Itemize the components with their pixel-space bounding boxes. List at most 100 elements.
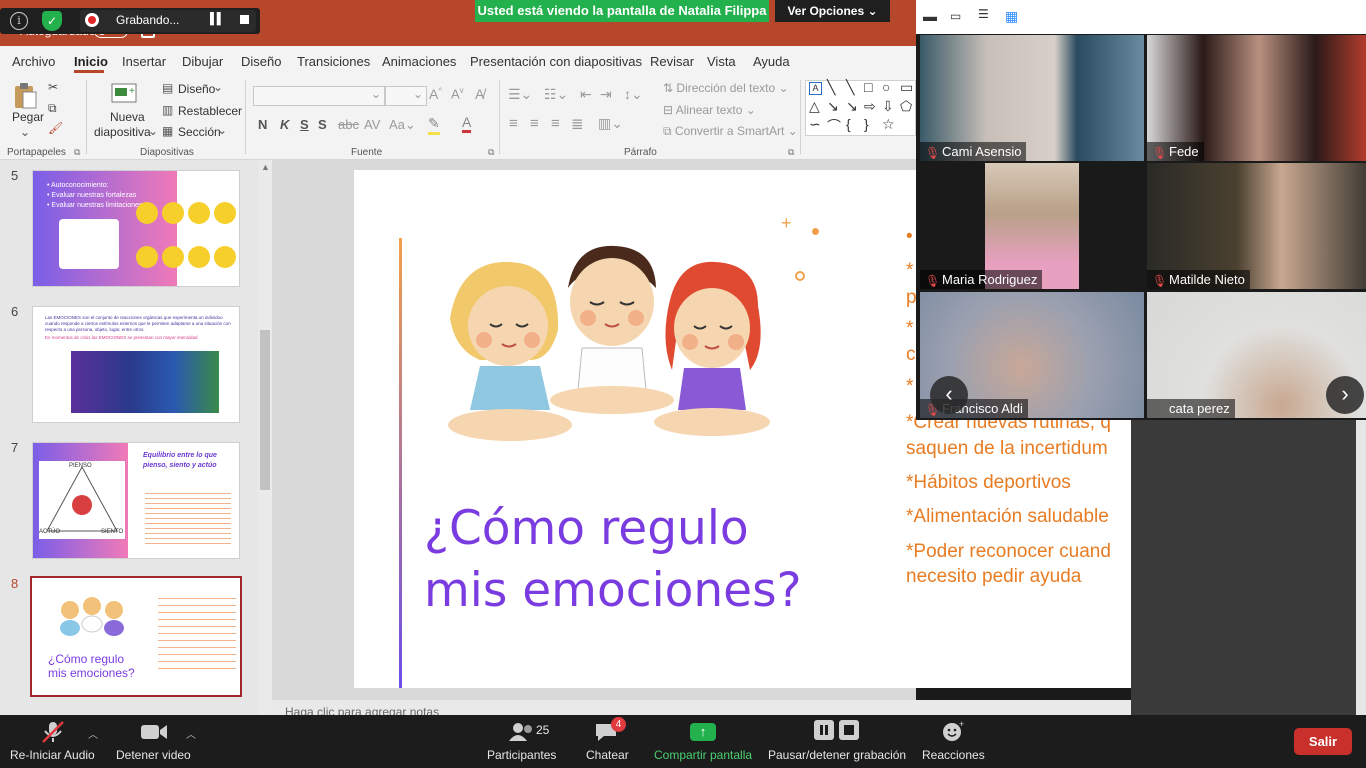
increase-indent-icon[interactable]: ⇥ [600,86,612,103]
slide-thumbnail-5[interactable]: • Autoconocimiento: • Evaluar nuestras f… [32,170,240,287]
tab-ayuda[interactable]: Ayuda [753,54,790,69]
italic-button[interactable]: K [280,117,289,132]
tab-revisar[interactable]: Revisar [650,54,694,69]
share-screen-button-label[interactable]: Compartir pantalla [654,748,752,762]
align-left-icon[interactable]: ≡ [509,115,518,132]
rectangle-shape-icon[interactable]: □ [864,79,872,95]
oval-shape-icon[interactable]: ○ [882,79,890,95]
tab-archivo[interactable]: Archivo [12,54,55,69]
tab-presentacion[interactable]: Presentación con diapositivas [470,54,642,69]
columns-icon[interactable]: ▥⌄ [598,115,623,132]
mic-off-icon[interactable] [40,719,66,745]
tab-dibujar[interactable]: Dibujar [182,54,223,69]
new-slide-icon[interactable]: + [111,82,139,106]
vertical-scrollbar[interactable] [1356,420,1366,715]
shapes-gallery[interactable]: A ╲ ╲ □ ○ ▭ △ ↘ ↘ ⇨ ⇩ ⬠ ∽ ⌒ { } ☆ [805,79,916,136]
underline-button[interactable]: S [300,117,309,132]
participant-tile[interactable]: 🎙 Fede [1147,35,1366,161]
clear-formatting-icon[interactable]: A̸ [475,86,484,102]
line-spacing-icon[interactable]: ↕⌄ [624,86,643,103]
triangle-shape-icon[interactable]: △ [809,98,820,115]
participants-button-label[interactable]: Participantes [487,748,556,762]
cut-icon[interactable]: ✂ [48,80,58,94]
callout-shape-icon[interactable]: ⬠ [900,98,912,115]
brace-shape-icon[interactable]: { [846,116,851,132]
textbox-shape-icon[interactable]: A [809,82,822,95]
increase-font-icon[interactable]: A^ [429,86,442,102]
tab-inicio[interactable]: Inicio [74,54,108,69]
chevron-down-icon[interactable]: ⌄ [213,80,223,94]
brace-shape-icon[interactable]: } [864,116,869,132]
line-shape-icon[interactable]: ╲ [827,79,835,96]
chevron-down-icon[interactable]: ⌄ [217,123,227,137]
connector-shape-icon[interactable]: ↘ [846,98,858,115]
decrease-indent-icon[interactable]: ⇤ [580,86,592,103]
shadow-button[interactable]: S [318,117,327,132]
dialog-launcher-icon[interactable]: ⧉ [488,147,494,158]
stop-recording-icon[interactable] [839,720,859,740]
section-icon[interactable]: ▦ [162,124,173,138]
numbering-icon[interactable]: ☷⌄ [544,86,568,103]
slide-thumbnail-7[interactable]: PIENSO ACTÚO SIENTO Equilibrio entre lo … [32,442,240,559]
chevron-down-icon[interactable]: ⌄ [148,124,158,138]
align-center-icon[interactable]: ≡ [530,115,539,132]
chevron-up-icon[interactable]: ︿ [186,726,196,741]
change-case-icon[interactable]: Aa⌄ [389,117,416,133]
layout-icon[interactable]: ▤ [162,81,173,95]
star-shape-icon[interactable]: ☆ [882,116,895,133]
bullets-icon[interactable]: ☰⌄ [508,86,532,103]
video-button-label[interactable]: Detener video [116,748,191,762]
align-right-icon[interactable]: ≡ [551,115,560,132]
pause-recording-icon[interactable]: ▌▌ [210,13,225,25]
info-icon[interactable]: i [10,12,28,30]
paste-icon[interactable] [12,82,38,110]
slide-title[interactable]: ¿Cómo regulo mis emociones? [424,498,884,622]
highlight-icon[interactable]: ✎ [428,115,440,135]
slide-thumbnail-8[interactable]: ¿Cómo regulo mis emociones? [30,576,242,697]
align-text-button[interactable]: ⊟ Alinear texto ⌄ [663,103,756,117]
slide-thumbnail-6[interactable]: Las EMOCIONES son el conjunto de reaccio… [32,306,240,423]
previous-page-button[interactable]: ‹ [930,376,968,414]
reset-icon[interactable]: ▥ [162,103,173,117]
arrow-right-shape-icon[interactable]: ⇨ [864,98,876,115]
paste-button[interactable]: Pegar [12,110,44,124]
font-color-icon[interactable]: A [462,114,472,133]
line-shape-icon[interactable]: ╲ [846,79,854,96]
justify-icon[interactable]: ≣ [571,115,584,133]
shield-icon[interactable]: ✓ [42,11,62,31]
reset-button[interactable]: Restablecer [178,104,242,118]
arc-shape-icon[interactable]: ⌒ [827,116,841,136]
speaker-view-icon[interactable]: ☰ [978,7,989,21]
layout-button[interactable]: Diseño [178,82,215,96]
tab-diseno[interactable]: Diseño [241,54,281,69]
chevron-up-icon[interactable]: ︿ [88,726,98,741]
recording-button-label[interactable]: Pausar/detener grabación [768,748,906,762]
text-direction-button[interactable]: ⇅ Dirección del texto ⌄ [663,81,789,95]
new-slide-button-label[interactable]: diapositiva [94,125,151,139]
new-slide-button[interactable]: Nueva [110,110,145,124]
convert-smartart-button[interactable]: ⧉ Convertir a SmartArt ⌄ [663,124,798,139]
participant-tile[interactable]: 🎙 Maria Rodriguez [920,163,1144,289]
chat-button-label[interactable]: Chatear [586,748,629,762]
participant-tile[interactable]: 🎙 Matilde Nieto [1147,163,1366,289]
participant-tile[interactable]: 🎙 Cami Asensio [920,35,1144,161]
tab-vista[interactable]: Vista [707,54,736,69]
pause-recording-icon[interactable] [814,720,834,740]
leave-meeting-button[interactable]: Salir [1294,728,1352,755]
dialog-launcher-icon[interactable]: ⧉ [74,147,80,158]
strikethrough-icon[interactable]: abc [338,117,359,132]
dialog-launcher-icon[interactable]: ⧉ [788,147,794,158]
reactions-button-label[interactable]: Reacciones [922,748,985,762]
format-painter-icon[interactable]: 🖌 [48,121,63,135]
bold-button[interactable]: N [258,117,267,132]
curve-shape-icon[interactable]: ∽ [809,116,821,133]
decrease-font-icon[interactable]: Av [451,86,464,101]
reactions-icon[interactable]: + [940,719,966,743]
next-page-button[interactable]: › [1326,376,1364,414]
tab-animaciones[interactable]: Animaciones [382,54,456,69]
font-size-select[interactable]: ⌄ [385,86,427,106]
participants-icon[interactable] [508,722,536,742]
view-options-button[interactable]: Ver Opciones ⌄ [775,0,890,22]
minimize-icon[interactable]: ▬ [923,8,937,24]
gallery-view-icon[interactable]: ▦ [1005,8,1018,25]
